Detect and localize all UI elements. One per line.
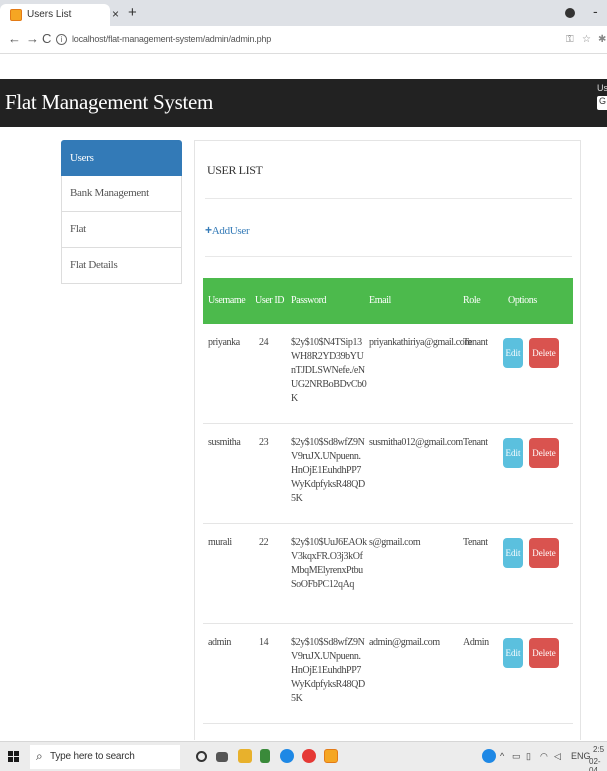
- tab-title: Users List: [27, 9, 72, 20]
- edit-button[interactable]: Edit: [503, 438, 523, 468]
- new-tab-button[interactable]: +: [128, 4, 137, 21]
- column-header-password: Password: [291, 295, 327, 306]
- cell-username: susmitha: [208, 437, 241, 448]
- cell-password: $2y$10$N4TSip13WH8R2YD39bYUnTJDLSWNefe./…: [291, 337, 367, 404]
- back-button[interactable]: ←: [8, 31, 21, 46]
- edge-icon[interactable]: [280, 749, 294, 763]
- edit-button[interactable]: Edit: [503, 638, 523, 668]
- app-icon[interactable]: [260, 749, 270, 763]
- key-icon[interactable]: ⚿: [566, 34, 574, 45]
- cell-user-id: 14: [259, 637, 269, 648]
- cell-role: Admin: [463, 637, 489, 648]
- sidebar-item-users[interactable]: Users: [61, 140, 182, 176]
- users-table: Username User ID Password Email Role Opt…: [203, 278, 573, 724]
- extensions-icon[interactable]: ✱: [598, 34, 606, 45]
- url-input[interactable]: localhost/flat-management-system/admin/a…: [72, 34, 271, 44]
- cell-email: admin@gmail.com: [369, 637, 440, 648]
- brand-title[interactable]: Flat Management System: [5, 90, 213, 115]
- tray-chevron-icon[interactable]: ^: [500, 751, 504, 761]
- taskbar: ⌕ Type here to search ^ ▭ ▯ ◠ ◁ ENG 2:5 …: [0, 741, 607, 771]
- edit-button[interactable]: Edit: [503, 538, 523, 568]
- cell-email: priyankathiriya@gmail.com: [369, 337, 472, 348]
- file-explorer-icon[interactable]: [238, 749, 252, 763]
- divider: [205, 256, 572, 257]
- delete-button[interactable]: Delete: [529, 638, 559, 668]
- cell-username: admin: [208, 637, 231, 648]
- sidebar-item-flat[interactable]: Flat: [61, 212, 182, 248]
- wifi-icon[interactable]: ◠: [540, 751, 548, 762]
- address-bar: ← → C i localhost/flat-management-system…: [0, 26, 607, 54]
- clock-date[interactable]: 02-04: [589, 757, 607, 771]
- page-title: USER LIST: [207, 163, 263, 177]
- sidebar-item-flat-details[interactable]: Flat Details: [61, 248, 182, 284]
- language-indicator[interactable]: ENG: [571, 751, 591, 761]
- volume-icon[interactable]: ◁: [554, 751, 561, 762]
- reload-button[interactable]: C: [42, 31, 51, 46]
- add-user-label: AddUser: [211, 225, 250, 237]
- delete-button[interactable]: Delete: [529, 538, 559, 568]
- search-placeholder: Type here to search: [50, 751, 135, 762]
- delete-button[interactable]: Delete: [529, 438, 559, 468]
- table-row: murali 22 $2y$10$UuJ6EAOkV3kqxFR.O3j3kOf…: [203, 524, 573, 624]
- user-label: Us: [597, 83, 607, 93]
- plus-icon: +: [205, 223, 212, 237]
- column-header-options: Options: [508, 295, 537, 306]
- battery-icon[interactable]: ▯: [526, 751, 531, 762]
- table-row: priyanka 24 $2y$10$N4TSip13WH8R2YD39bYUn…: [203, 324, 573, 424]
- chrome-icon[interactable]: [302, 749, 316, 763]
- user-list-panel: USER LIST +AddUser Username User ID Pass…: [194, 140, 581, 740]
- search-icon: ⌕: [36, 749, 43, 763]
- edit-button[interactable]: Edit: [503, 338, 523, 368]
- cell-user-id: 24: [259, 337, 269, 348]
- cell-email: susmitha012@gmail.com: [369, 437, 463, 448]
- navbar: Flat Management System Us G: [0, 79, 607, 127]
- column-header-user-id: User ID: [255, 295, 285, 306]
- sidebar-item-bank-management[interactable]: Bank Management: [61, 176, 182, 212]
- taskbar-search[interactable]: ⌕ Type here to search: [30, 745, 180, 769]
- minimize-button[interactable]: -: [593, 3, 598, 19]
- cell-password: $2y$10$Sd8wfZ9NV9ruJX.UNpuenn.HnOjE1Euhd…: [291, 637, 365, 704]
- tab-close-icon[interactable]: ×: [112, 7, 119, 21]
- table-row: admin 14 $2y$10$Sd8wfZ9NV9ruJX.UNpuenn.H…: [203, 624, 573, 724]
- browser-tab-strip: Users List × + -: [0, 0, 607, 26]
- cell-username: priyanka: [208, 337, 240, 348]
- cell-role: Tenant: [463, 437, 488, 448]
- task-view-icon[interactable]: [216, 752, 228, 762]
- user-menu-button[interactable]: G: [597, 96, 607, 110]
- profile-icon[interactable]: [565, 8, 575, 18]
- cell-email: s@gmail.com: [369, 537, 421, 548]
- cell-role: Tenant: [463, 537, 488, 548]
- clock-time[interactable]: 2:5: [593, 745, 604, 754]
- cell-role: Tenant: [463, 337, 488, 348]
- sidebar: Users Bank Management Flat Flat Details: [61, 140, 182, 284]
- table-header: Username User ID Password Email Role Opt…: [203, 278, 573, 324]
- cell-username: murali: [208, 537, 232, 548]
- cell-user-id: 23: [259, 437, 269, 448]
- delete-button[interactable]: Delete: [529, 338, 559, 368]
- cell-password: $2y$10$Sd8wfZ9NV9ruJX.UNpuenn.HnOjE1Euhd…: [291, 437, 365, 504]
- browser-tab[interactable]: Users List: [0, 4, 110, 26]
- divider: [205, 198, 572, 199]
- info-icon[interactable]: i: [56, 34, 67, 45]
- windows-start-icon[interactable]: [8, 751, 19, 762]
- star-icon[interactable]: ☆: [582, 34, 591, 45]
- forward-button[interactable]: →: [26, 31, 39, 46]
- table-row: susmitha 23 $2y$10$Sd8wfZ9NV9ruJX.UNpuen…: [203, 424, 573, 524]
- network-icon[interactable]: ▭: [512, 751, 521, 762]
- column-header-email: Email: [369, 295, 391, 306]
- cell-user-id: 22: [259, 537, 269, 548]
- column-header-username: Username: [208, 295, 246, 306]
- add-user-link[interactable]: +AddUser: [205, 223, 250, 237]
- help-icon[interactable]: [482, 749, 496, 763]
- favicon-icon: [10, 9, 22, 21]
- xampp-icon[interactable]: [324, 749, 338, 763]
- column-header-role: Role: [463, 295, 481, 306]
- cortana-icon[interactable]: [196, 751, 207, 762]
- cell-password: $2y$10$UuJ6EAOkV3kqxFR.O3j3kOfMbqMElyren…: [291, 537, 367, 590]
